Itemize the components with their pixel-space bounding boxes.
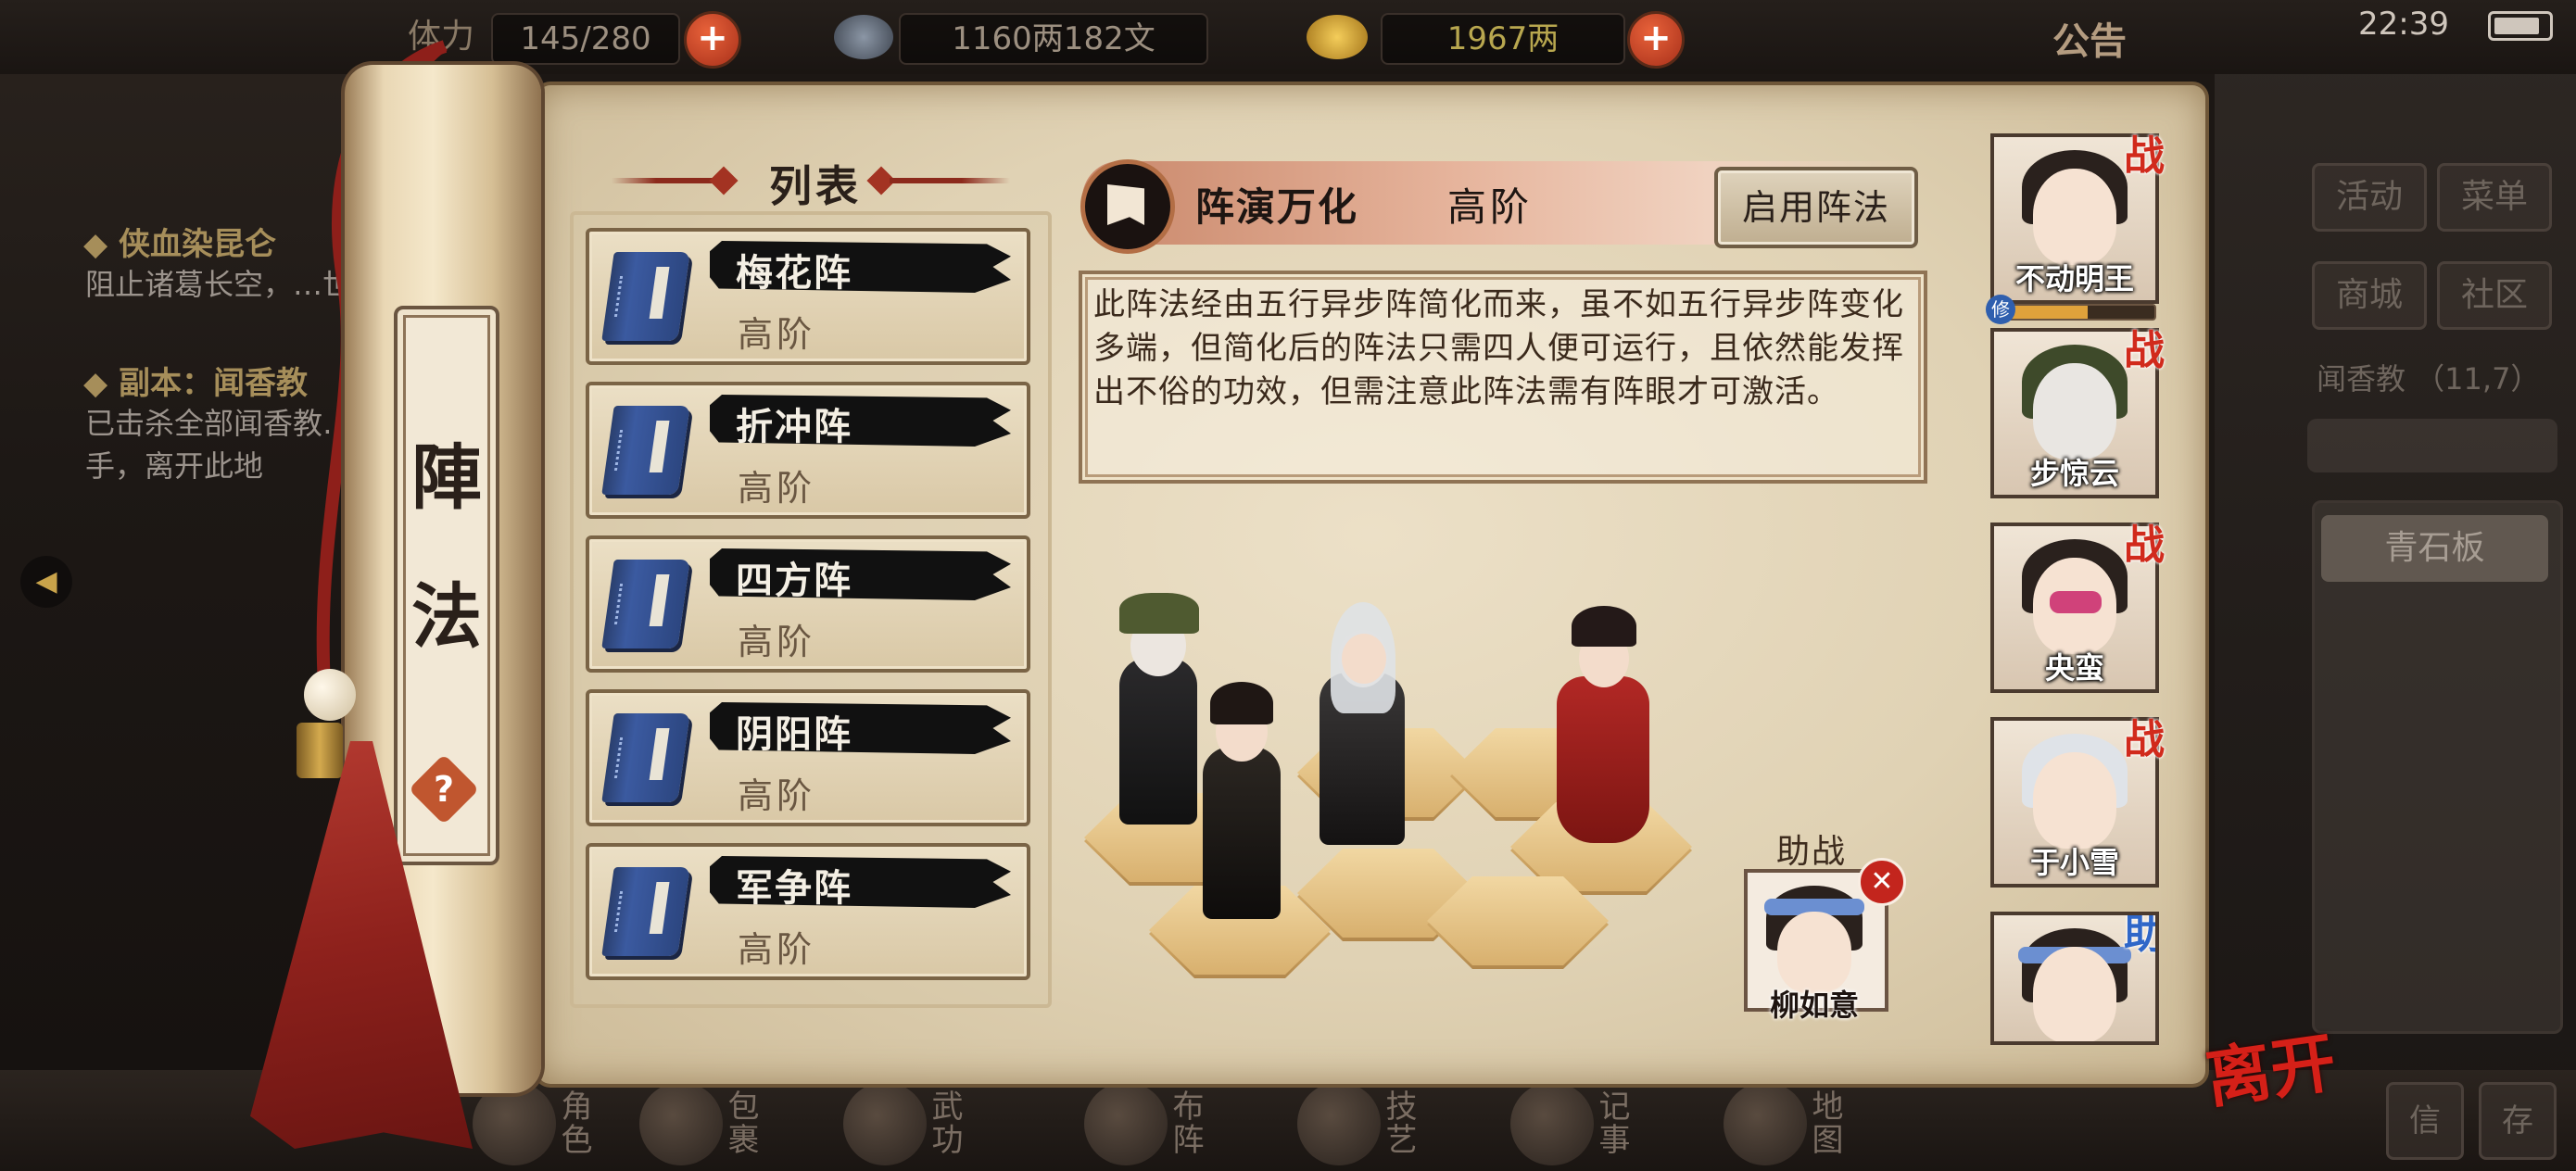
formation-tier: 高阶 <box>738 622 816 662</box>
list-item[interactable]: 折冲阵 高阶 <box>586 382 1030 519</box>
hero-card[interactable]: 于小雪 战 <box>1990 716 2165 888</box>
battle-tag: 战 <box>2124 522 2165 569</box>
formation-name: 四方阵 <box>736 560 852 602</box>
manual-book-icon <box>601 406 690 495</box>
bag-icon <box>639 1082 723 1165</box>
character-figure[interactable] <box>1307 602 1418 852</box>
manual-book-icon <box>601 713 690 802</box>
notice-button[interactable]: 公告 <box>2052 11 2127 65</box>
face <box>2033 752 2116 849</box>
activate-formation-button[interactable]: 启用阵法 <box>1714 167 1918 248</box>
nav-formation[interactable]: 布阵 <box>1075 1082 1242 1165</box>
nav-map[interactable]: 地图 <box>1714 1082 1881 1165</box>
quest-title-1[interactable]: ◆ 侠血染昆仑 <box>83 219 276 264</box>
bagua-icon <box>1084 1082 1168 1165</box>
hero-card[interactable]: 步惊云 战 <box>1990 327 2165 498</box>
money-value: 1160两182文 <box>899 13 1208 65</box>
mail-button[interactable]: 信 <box>2386 1082 2464 1160</box>
list-item[interactable]: 阴阳阵 高阶 <box>586 689 1030 826</box>
manual-book-icon <box>601 252 690 341</box>
formation-title: 阵演万化 <box>1195 184 1359 230</box>
mask-face <box>2033 363 2116 460</box>
jade-bead <box>304 669 356 721</box>
skills-icon <box>1297 1082 1381 1165</box>
hero-name: 步惊云 <box>2029 456 2119 491</box>
gold-ingot-icon <box>1307 15 1368 59</box>
list-item[interactable]: 四方阵 高阶 <box>586 535 1030 673</box>
nav-bag[interactable]: 包裹 <box>630 1082 797 1165</box>
battle-tag: 战 <box>2124 132 2165 180</box>
character-figure[interactable] <box>1186 676 1297 926</box>
formation-name: 梅花阵 <box>736 252 852 295</box>
assist-label: 助战 <box>1776 833 1848 871</box>
battle-tag: 战 <box>2124 716 2165 763</box>
battery-icon <box>2488 11 2553 41</box>
gold-value: 1967两 <box>1381 13 1625 65</box>
battle-tag: 战 <box>2124 327 2165 374</box>
face-paint <box>2050 591 2102 613</box>
list-title: 列表 <box>769 161 862 211</box>
quest-title-2[interactable]: ◆ 副本：闻香教 <box>83 358 308 403</box>
nav-skills[interactable]: 技艺 <box>1288 1082 1455 1165</box>
map-icon <box>1724 1082 1807 1165</box>
silver-ingot-icon <box>834 15 893 59</box>
mall-button[interactable]: 商城 <box>2312 261 2427 330</box>
activity-button[interactable]: 活动 <box>2312 163 2427 232</box>
formation-title-tier: 高阶 <box>1447 184 1534 230</box>
formation-tier: 高阶 <box>738 775 816 816</box>
cultivation-badge: 修 <box>1986 295 2015 324</box>
formation-name: 阴阳阵 <box>736 713 852 756</box>
formation-stage <box>1075 574 1742 1001</box>
list-item[interactable]: 梅花阵 高阶 <box>586 228 1030 365</box>
collapse-arrow-icon[interactable]: ◀ <box>20 556 72 608</box>
stamina-value: 145/280 <box>491 13 680 65</box>
nav-journal[interactable]: 记事 <box>1501 1082 1668 1165</box>
menu-button[interactable]: 菜单 <box>2437 163 2552 232</box>
hero-card[interactable]: 不动明王 战 <box>1990 132 2165 304</box>
manual-book-icon <box>601 560 690 648</box>
hero-name: 不动明王 <box>2014 261 2134 296</box>
formation-description: 此阵法经由五行异步阵简化而来，虽不如五行异步阵变化多端，但简化后的阵法只需四人便… <box>1093 286 1904 410</box>
book-stack-icon <box>843 1082 927 1165</box>
title-char: 法 <box>411 575 482 658</box>
remove-assist-button[interactable]: ✕ <box>1858 858 1906 906</box>
formation-tier: 高阶 <box>738 468 816 509</box>
minimap-strip <box>2307 419 2557 472</box>
add-gold-button[interactable]: + <box>1627 11 1685 69</box>
tassel-cap <box>297 723 343 778</box>
exit-button[interactable]: 离开 <box>2200 1011 2342 1122</box>
community-button[interactable]: 社区 <box>2437 261 2552 330</box>
save-button[interactable]: 存 <box>2479 1082 2557 1160</box>
nav-martial-arts[interactable]: 武功 <box>834 1082 1001 1165</box>
clock: 22:39 <box>2358 6 2449 43</box>
formation-tier: 高阶 <box>738 314 816 355</box>
formation-name: 折冲阵 <box>736 406 852 448</box>
hero-card[interactable]: 助 <box>1990 912 2159 1045</box>
face <box>1777 912 1851 993</box>
formation-name: 军争阵 <box>736 867 852 910</box>
header-ornament-right <box>890 178 1010 183</box>
formation-tier: 高阶 <box>738 929 816 970</box>
header-ornament-left <box>612 178 723 183</box>
list-item[interactable]: 军争阵 高阶 <box>586 843 1030 980</box>
assist-name: 柳如意 <box>1769 988 1859 1023</box>
journal-icon <box>1510 1082 1594 1165</box>
add-stamina-button[interactable]: + <box>684 11 741 69</box>
manual-book-icon <box>601 867 690 956</box>
stone-slab-button[interactable]: 青石板 <box>2321 515 2548 582</box>
character-figure[interactable] <box>1538 602 1668 852</box>
assist-tag: 助 <box>2124 915 2155 960</box>
hero-card[interactable]: 央蛮 战 <box>1990 522 2165 693</box>
help-mark: ? <box>433 769 455 810</box>
hero-name: 央蛮 <box>2044 650 2104 686</box>
face <box>2033 169 2116 265</box>
area-location: 闻香教 （11,7） <box>2317 361 2541 397</box>
title-char: 陣 <box>411 436 482 519</box>
character-icon <box>473 1082 556 1165</box>
nav-character[interactable]: 角色 <box>463 1082 630 1165</box>
face <box>2033 947 2116 1041</box>
hero-name: 于小雪 <box>2029 845 2119 880</box>
flag-icon <box>1080 159 1175 254</box>
